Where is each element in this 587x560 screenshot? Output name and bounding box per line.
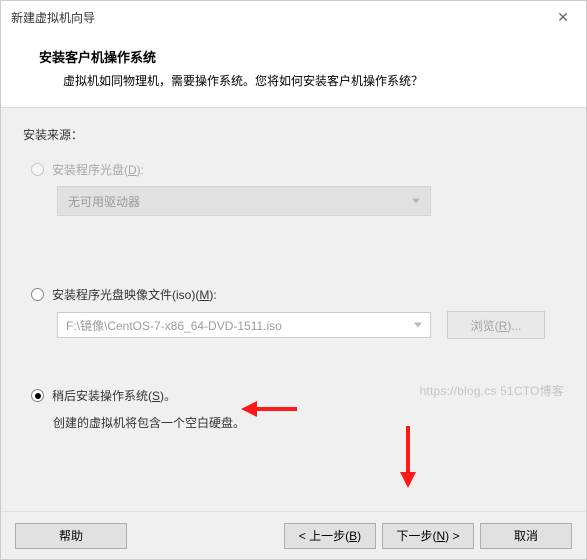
option-later-label: 稍后安装操作系统(S)。 <box>52 387 176 404</box>
option-disc-label: 安装程序光盘(D): <box>52 161 144 178</box>
radio-disc <box>31 163 44 176</box>
option-iso-label: 安装程序光盘映像文件(iso)(M): <box>52 286 217 303</box>
iso-path-value: F:\镜像\CentOS-7-x86_64-DVD-1511.iso <box>66 317 282 334</box>
back-button[interactable]: < 上一步(B) <box>284 523 376 549</box>
option-install-iso[interactable]: 安装程序光盘映像文件(iso)(M): <box>31 286 564 303</box>
option-install-disc: 安装程序光盘(D): <box>31 161 564 178</box>
window-title: 新建虚拟机向导 <box>11 9 540 26</box>
iso-row: F:\镜像\CentOS-7-x86_64-DVD-1511.iso 浏览(R)… <box>57 311 564 339</box>
help-button-label: 帮助 <box>59 527 83 544</box>
page-subtitle: 虚拟机如同物理机，需要操作系统。您将如何安装客户机操作系统？ <box>63 72 562 89</box>
install-source-label: 安装来源： <box>23 126 564 143</box>
help-button[interactable]: 帮助 <box>15 523 127 549</box>
cancel-button[interactable]: 取消 <box>480 523 572 549</box>
next-button[interactable]: 下一步(N) > <box>382 523 474 549</box>
wizard-header: 安装客户机操作系统 虚拟机如同物理机，需要操作系统。您将如何安装客户机操作系统？ <box>1 33 586 108</box>
titlebar: 新建虚拟机向导 ✕ <box>1 1 586 33</box>
back-button-label: < 上一步(B) <box>299 527 361 544</box>
wizard-content: 安装来源： 安装程序光盘(D): 无可用驱动器 安装程序光盘映像文件(iso)(… <box>1 108 586 511</box>
annotation-arrow-down <box>395 422 421 490</box>
disc-drive-value: 无可用驱动器 <box>68 193 140 210</box>
iso-path-combo[interactable]: F:\镜像\CentOS-7-x86_64-DVD-1511.iso <box>57 312 431 338</box>
cancel-button-label: 取消 <box>514 527 538 544</box>
next-button-label: 下一步(N) > <box>396 527 459 544</box>
browse-button-label: 浏览(R)... <box>471 317 522 334</box>
radio-later[interactable] <box>31 389 44 402</box>
disc-drive-dropdown: 无可用驱动器 <box>57 186 431 216</box>
chevron-down-icon <box>412 199 420 204</box>
chevron-down-icon <box>414 323 422 328</box>
wizard-dialog: 新建虚拟机向导 ✕ 安装客户机操作系统 虚拟机如同物理机，需要操作系统。您将如何… <box>0 0 587 560</box>
wizard-footer: 帮助 < 上一步(B) 下一步(N) > 取消 <box>1 511 586 559</box>
annotation-arrow-left <box>239 396 301 422</box>
option-later-note: 创建的虚拟机将包含一个空白硬盘。 <box>53 414 564 431</box>
browse-button: 浏览(R)... <box>447 311 545 339</box>
close-icon: ✕ <box>557 9 569 26</box>
spacer <box>23 339 564 387</box>
page-title: 安装客户机操作系统 <box>39 47 562 66</box>
spacer <box>23 216 564 286</box>
radio-iso[interactable] <box>31 288 44 301</box>
close-button[interactable]: ✕ <box>540 1 586 33</box>
radio-dot-icon <box>35 393 41 399</box>
